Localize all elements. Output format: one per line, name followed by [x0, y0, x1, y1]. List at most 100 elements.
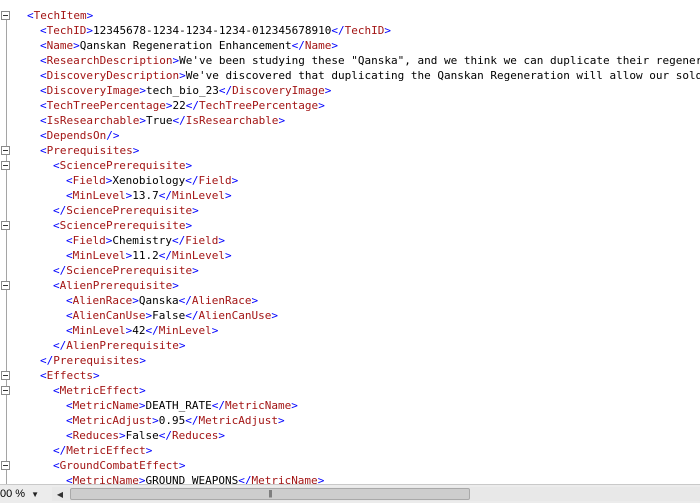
- tag-bracket: </: [185, 309, 199, 322]
- tag-bracket: <: [66, 414, 73, 427]
- tag-name: TechTreePercentage: [198, 99, 319, 112]
- tag-bracket: >: [231, 174, 239, 187]
- tag-bracket: </: [331, 24, 345, 37]
- tag-bracket: >: [224, 249, 232, 262]
- tag-name: MetricEffect: [66, 444, 146, 457]
- tag-bracket: <: [40, 39, 47, 52]
- collapse-icon[interactable]: [1, 221, 10, 230]
- tag-bracket: <: [66, 324, 73, 337]
- arrow-left-icon[interactable]: ◀: [52, 487, 68, 501]
- code-line: <Reduces>False</Reduces>: [66, 428, 225, 443]
- tag-name: Effects: [46, 369, 93, 382]
- text-value: We've been studying these "Qanska", and …: [179, 54, 700, 67]
- tag-bracket: >: [291, 399, 298, 412]
- tag-name: AlienCanUse: [198, 309, 272, 322]
- collapse-icon[interactable]: [1, 281, 10, 290]
- tag-name: Reduces: [171, 429, 219, 442]
- tag-bracket: <: [40, 144, 47, 157]
- collapse-icon[interactable]: [1, 371, 10, 380]
- collapse-icon[interactable]: [1, 161, 10, 170]
- tag-name: SciencePrerequisite: [66, 204, 193, 217]
- tag-bracket: </: [53, 204, 67, 217]
- tag-bracket: >: [384, 24, 392, 37]
- tag-bracket: </: [178, 294, 192, 307]
- text-value: 11.2: [132, 249, 159, 262]
- tag-name: SciencePrerequisite: [66, 264, 193, 277]
- collapse-icon[interactable]: [1, 386, 10, 395]
- tag-bracket: >: [179, 69, 186, 82]
- tag-bracket: </: [40, 354, 54, 367]
- tag-bracket: >: [192, 264, 199, 277]
- tag-bracket: <: [53, 159, 60, 172]
- tag-name: MinLevel: [72, 189, 126, 202]
- tag-name: ResearchDescription: [46, 54, 173, 67]
- tag-bracket: <: [66, 249, 73, 262]
- tag-bracket: >: [86, 24, 93, 37]
- horizontal-scrollbar[interactable]: ◀ |||: [52, 487, 700, 501]
- text-value: DEATH_RATE: [145, 399, 212, 412]
- tag-name: Prerequisites: [46, 144, 133, 157]
- tag-name: Field: [72, 174, 106, 187]
- tag-bracket: >: [218, 234, 225, 247]
- tag-bracket: >: [317, 474, 325, 484]
- code-line: <Field>Chemistry</Field>: [66, 233, 225, 248]
- tag-bracket: </: [238, 474, 252, 484]
- tag-name: DependsOn: [46, 129, 107, 142]
- text-value: False: [125, 429, 159, 442]
- tag-name: MetricName: [72, 399, 139, 412]
- code-line: <DiscoveryImage>tech_bio_23</DiscoveryIm…: [40, 83, 331, 98]
- text-value: GROUND_WEAPONS: [145, 474, 239, 484]
- collapse-icon[interactable]: [1, 11, 10, 20]
- tag-bracket: >: [277, 414, 285, 427]
- scrollbar-thumb[interactable]: |||: [70, 488, 470, 500]
- code-line: <SciencePrerequisite>: [53, 158, 192, 173]
- tag-bracket: >: [318, 99, 325, 112]
- tag-bracket: >: [178, 459, 186, 472]
- tag-name: TechID: [46, 24, 87, 37]
- tag-name: Prerequisites: [53, 354, 140, 367]
- code-line: <MinLevel>13.7</MinLevel>: [66, 188, 232, 203]
- tag-bracket: >: [224, 189, 232, 202]
- tag-name: Field: [72, 234, 106, 247]
- tag-bracket: <: [40, 24, 47, 37]
- tag-bracket: </: [158, 189, 172, 202]
- tag-name: MinLevel: [72, 324, 126, 337]
- collapse-icon[interactable]: [1, 146, 10, 155]
- tag-bracket: <: [40, 114, 47, 127]
- tag-bracket: <: [66, 429, 73, 442]
- tag-name: MinLevel: [72, 249, 126, 262]
- dropdown-arrow-icon[interactable]: ▼: [31, 490, 39, 499]
- tag-bracket: </: [172, 114, 186, 127]
- tag-bracket: >: [73, 39, 80, 52]
- tag-bracket: </: [53, 339, 67, 352]
- tag-bracket: >: [145, 444, 153, 457]
- xml-editor[interactable]: <TechItem> <TechID>12345678-1234-1234-123…: [0, 0, 700, 484]
- tag-bracket: <: [66, 309, 73, 322]
- tag-name: MinLevel: [171, 249, 225, 262]
- tag-bracket: >: [271, 309, 278, 322]
- tag-bracket: >: [132, 144, 140, 157]
- tag-name: AlienRace: [72, 294, 133, 307]
- code-line: <AlienCanUse>False</AlienCanUse>: [66, 308, 278, 323]
- fold-margin: [0, 0, 25, 484]
- code-line: <DiscoveryDescription>We've discovered t…: [40, 68, 700, 83]
- tag-name: Reduces: [72, 429, 119, 442]
- tag-name: MetricName: [224, 399, 292, 412]
- tag-bracket: >: [218, 429, 225, 442]
- tag-bracket: <: [40, 84, 47, 97]
- text-value: 13.7: [132, 189, 159, 202]
- tag-name: AlienPrerequisite: [66, 339, 179, 352]
- code-line: </AlienPrerequisite>: [53, 338, 185, 353]
- collapse-icon[interactable]: [1, 461, 10, 470]
- tag-name: GroundCombatEffect: [59, 459, 179, 472]
- tag-bracket: <: [66, 474, 73, 484]
- tag-bracket: </: [158, 429, 172, 442]
- tag-bracket: <: [66, 189, 73, 202]
- tag-name: MetricAdjust: [72, 414, 153, 427]
- text-value: True: [145, 114, 173, 127]
- text-value: Chemistry: [112, 234, 172, 247]
- zoom-dropdown[interactable]: 00 % ▼: [0, 486, 46, 502]
- code-line: <AlienPrerequisite>: [53, 278, 179, 293]
- tag-bracket: <: [40, 369, 47, 382]
- code-line: <SciencePrerequisite>: [53, 218, 192, 233]
